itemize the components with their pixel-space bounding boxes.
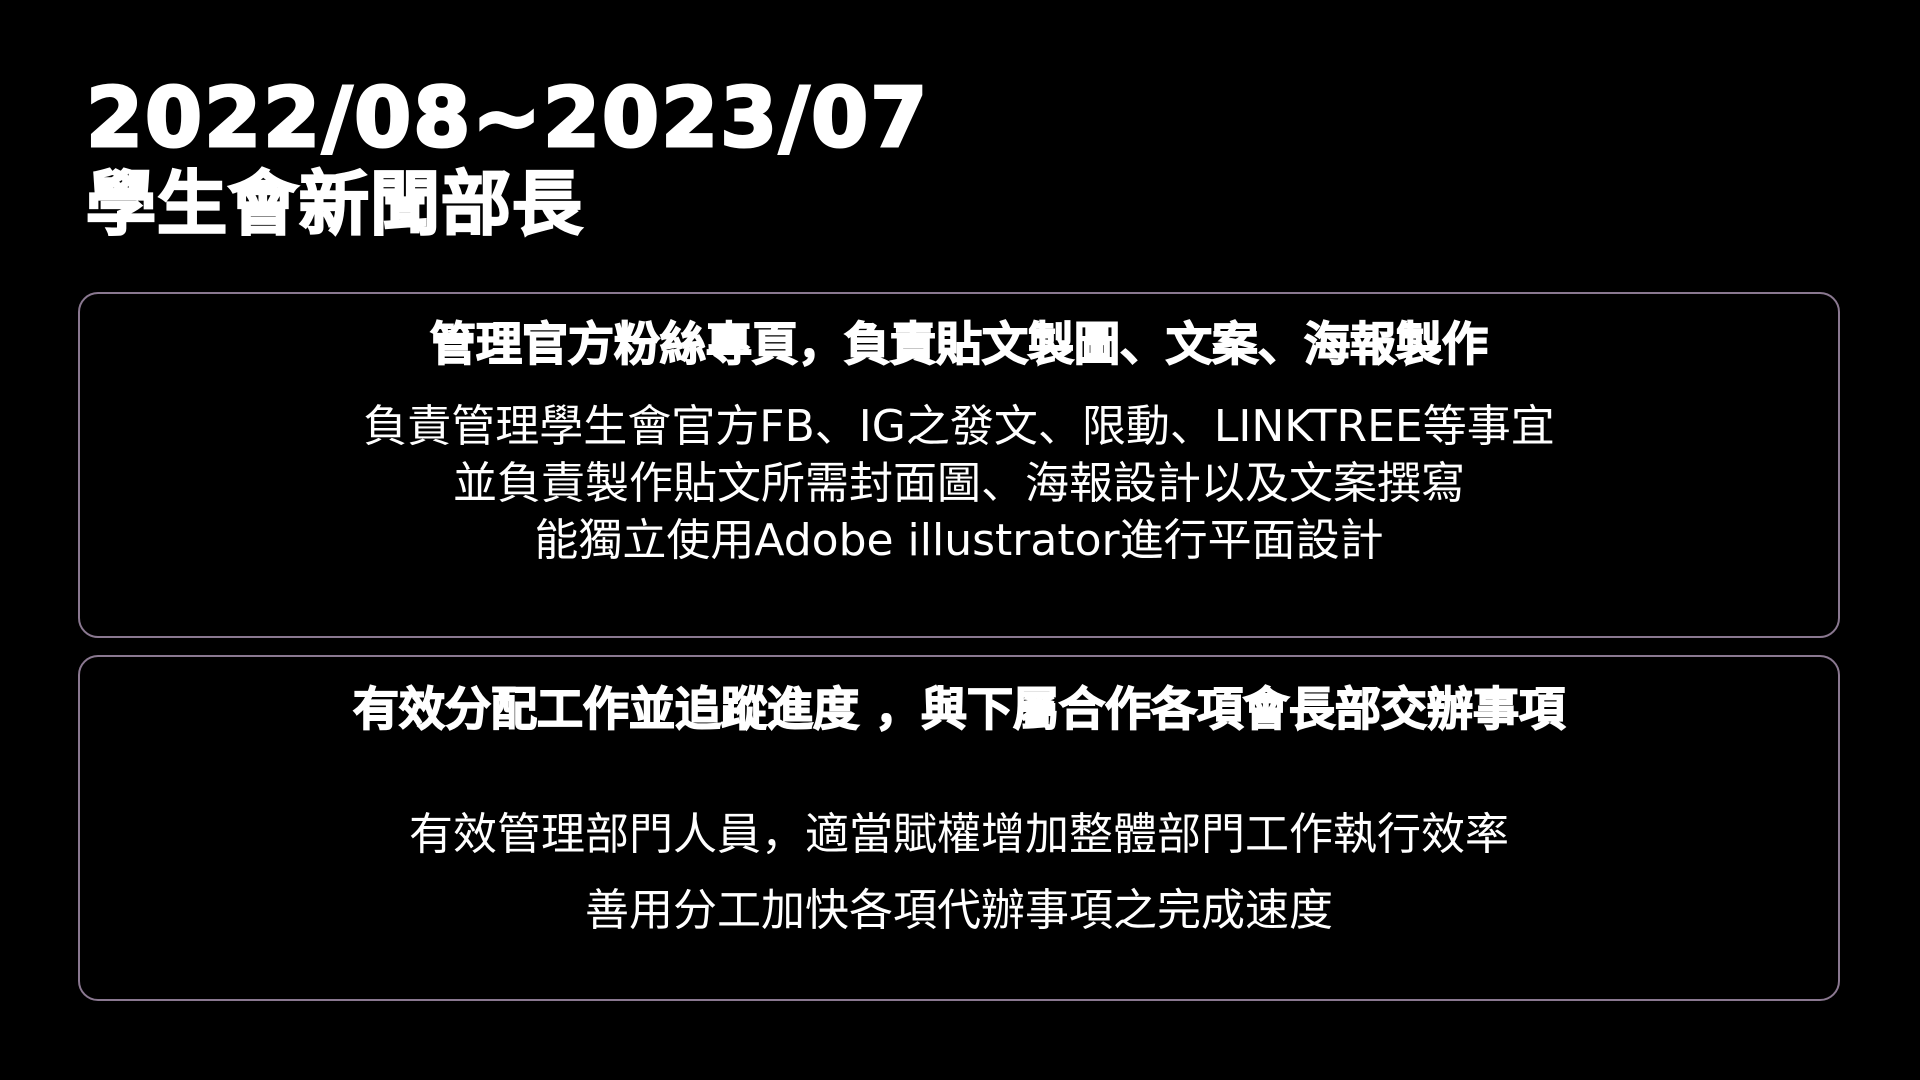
card-heading: 有效分配工作並追蹤進度 ，與下屬合作各項會長部交辦事項 [352,681,1566,737]
card-description: 負責管理學生會官方FB、IG之發文、限動、LINKTREE等事宜 並負責製作貼文… [80,398,1838,569]
description-line: 負責管理學生會官方FB、IG之發文、限動、LINKTREE等事宜 [363,401,1555,452]
responsibility-card-team-management: 有效分配工作並追蹤進度 ，與下屬合作各項會長部交辦事項 有效管理部門人員，適當賦… [78,655,1840,1001]
responsibility-card-social-media: 管理官方粉絲專頁，負責貼文製圖、文案、海報製作 負責管理學生會官方FB、IG之發… [78,292,1840,638]
card-heading: 管理官方粉絲專頁，負責貼文製圖、文案、海報製作 [429,316,1489,372]
description-line: 善用分工加快各項代辦事項之完成速度 [585,885,1333,936]
description-line: 並負責製作貼文所需封面圖、海報設計以及文案撰寫 [453,458,1465,509]
description-line: 能獨立使用Adobe illustrator進行平面設計 [534,515,1384,566]
description-line: 有效管理部門人員，適當賦權增加整體部門工作執行效率 [409,809,1509,860]
card-description: 有效管理部門人員，適當賦權增加整體部門工作執行效率 善用分工加快各項代辦事項之完… [80,797,1838,949]
date-range-title: 2022/08~2023/07 [85,71,930,166]
role-title: 學生會新聞部長 [85,163,583,245]
header: 2022/08~2023/07 學生會新聞部長 [85,71,1486,245]
